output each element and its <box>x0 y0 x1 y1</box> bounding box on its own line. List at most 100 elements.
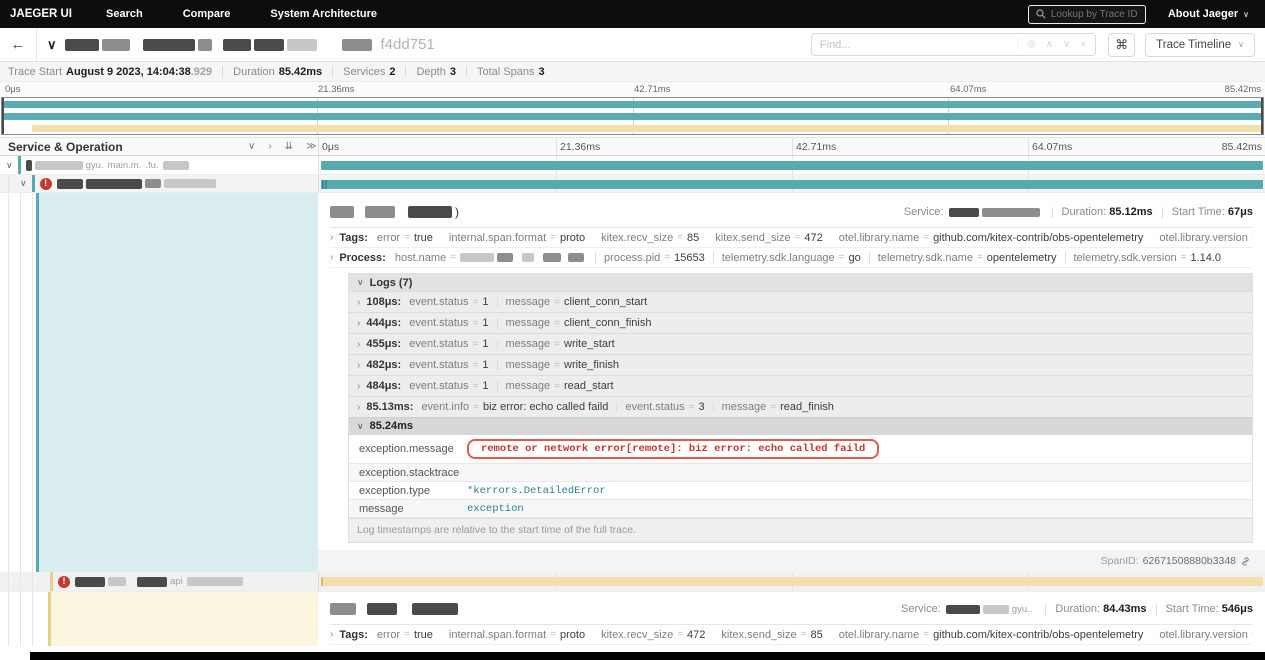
nav-item-compare[interactable]: Compare <box>183 8 231 20</box>
log-entry[interactable]: › 455μs: event.status = 1 message = write_st… <box>349 333 1252 354</box>
span-detail-2: Service: gyu.. Duration: 84.43ms Start T… <box>0 592 1265 646</box>
span-row-label: ∨ ! <box>20 175 219 192</box>
chevron-down-icon: ∨ <box>1243 9 1249 19</box>
meta-total-spans: Total Spans 3 <box>476 65 545 78</box>
redacted-text <box>222 38 251 51</box>
app-brand: JAEGER UI <box>10 8 72 20</box>
span-meta: Service: Duration: 85.12ms Start Time: 6… <box>903 206 1253 218</box>
span-bar[interactable] <box>321 180 1263 189</box>
span-row-error[interactable]: ! api <box>0 572 1265 592</box>
tags-accordion[interactable]: › Tags: error = true internal.span.format =… <box>330 228 1253 248</box>
service-operation-header: Service & Operation <box>8 139 123 154</box>
expand-all-icon[interactable]: ≫ <box>306 141 316 152</box>
process-accordion[interactable]: › Process: host.name = process.pid = 15653 … <box>330 248 1253 268</box>
label-fragment: .fu. <box>145 159 159 171</box>
span-detail-left-gutter <box>0 193 318 572</box>
search-icon <box>1036 9 1046 19</box>
span-detail-panel: Service: gyu.. Duration: 84.43ms Start T… <box>318 592 1265 646</box>
redacted-text <box>34 160 83 170</box>
redacted-text <box>543 253 562 262</box>
chevron-right-icon: › <box>357 359 361 371</box>
redacted-text <box>75 576 105 587</box>
redacted-text <box>497 253 514 262</box>
redacted-text <box>144 179 161 188</box>
span-bar-tick <box>322 180 324 189</box>
deep-link-icon[interactable] <box>1240 556 1251 567</box>
span-title-row: Service: gyu.. Duration: 84.43ms Start T… <box>330 599 1253 619</box>
minimap-drag-handle-left[interactable] <box>2 98 4 134</box>
about-jaeger-menu[interactable]: About Jaeger ∨ <box>1168 8 1249 20</box>
collapse-one-icon[interactable]: ∨ <box>248 141 255 152</box>
redacted-text <box>162 160 189 170</box>
log-kv-table: exception.message remote or network erro… <box>349 434 1252 518</box>
span-row-label: ∨ gyu. main.m. .fu. <box>6 156 192 174</box>
redacted-text <box>85 178 142 189</box>
label-fragment: gyu.. <box>1011 603 1033 615</box>
span-bar[interactable] <box>321 161 1263 170</box>
next-match-icon[interactable]: ∨ <box>1063 39 1070 50</box>
span-row-selected[interactable]: ∨ ! <box>0 175 1265 193</box>
chevron-down-icon: ∨ <box>1238 40 1244 49</box>
log-entry[interactable]: › 482μs: event.status = 1 message = write_fi… <box>349 354 1252 375</box>
kv-row-exception-message: exception.message remote or network erro… <box>349 435 1252 464</box>
nav-item-system-architecture[interactable]: System Architecture <box>270 8 377 20</box>
error-icon: ! <box>58 575 70 588</box>
back-button[interactable]: ← <box>0 27 37 62</box>
log-entry[interactable]: › 484μs: event.status = 1 message = read_sta… <box>349 375 1252 396</box>
redacted-text <box>142 38 195 51</box>
chevron-down-icon[interactable]: ∨ <box>20 178 27 189</box>
label-fragment: api <box>170 576 183 587</box>
redacted-text <box>197 38 212 51</box>
minimap-span-bar <box>4 113 1261 120</box>
redacted-text <box>341 38 372 51</box>
redacted-text <box>365 206 395 218</box>
trace-view-selector[interactable]: Trace Timeline ∨ <box>1145 32 1255 57</box>
minimap-tick: 21.36ms <box>318 84 355 95</box>
redacted-text <box>25 159 32 171</box>
exception-message-value: remote or network error[remote]: biz err… <box>467 439 880 459</box>
log-entry[interactable]: › 444μs: event.status = 1 message = client_c… <box>349 312 1252 333</box>
redacted-text <box>56 178 83 189</box>
minimap-canvas[interactable] <box>1 97 1264 135</box>
log-entry-expanded-header[interactable]: ∨ 85.24ms <box>349 417 1252 434</box>
service-name: gyu. main.m. .fu. <box>17 156 192 174</box>
trace-title: f4dd751 <box>64 36 435 53</box>
span-bar[interactable] <box>321 577 1263 586</box>
error-icon: ! <box>39 177 52 190</box>
minimap-drag-handle-right[interactable] <box>1261 98 1263 134</box>
log-entry[interactable]: › 108μs: event.status = 1 message = client_c… <box>349 291 1252 312</box>
timeline-tick: 64.07ms <box>1032 141 1073 153</box>
timeline-tick: 85.42ms <box>1221 141 1262 153</box>
label-fragment: gyu. <box>85 159 104 171</box>
kv-row-exception-type: exception.type *kerrors.DetailedError <box>349 482 1252 500</box>
selected-span-tint <box>48 592 318 646</box>
clear-find-icon[interactable]: × <box>1080 39 1086 50</box>
timeline-tick: 42.71ms <box>796 141 837 153</box>
expand-one-icon[interactable]: › <box>268 141 271 152</box>
log-entry[interactable]: › 85.13ms: event.info = biz error: echo ca… <box>349 396 1252 417</box>
trace-minimap[interactable]: 0μs 21.36ms 42.71ms 64.07ms 85.42ms <box>0 82 1265 137</box>
chevron-right-icon: › <box>357 338 361 350</box>
trace-id-lookup-input[interactable] <box>1050 8 1138 20</box>
logs-accordion-header[interactable]: ∨ Logs (7) <box>349 274 1252 291</box>
span-detail-panel: ) Service: Duration: 85.12ms Start Time:… <box>318 193 1265 572</box>
redacted-text <box>408 206 452 218</box>
collapse-all-icon[interactable]: ⇊ <box>285 141 293 152</box>
trace-collapse-chevron-icon[interactable]: ∨ <box>47 37 57 53</box>
meta-trace-start: Trace Start August 9 2023, 14:04:38 .929 <box>8 65 213 78</box>
span-row-root[interactable]: ∨ gyu. main.m. .fu. <box>0 156 1265 175</box>
trace-id-suffix: f4dd751 <box>380 36 435 53</box>
tags-accordion[interactable]: › Tags: error = true internal.span.format =… <box>330 625 1253 645</box>
keyboard-shortcuts-button[interactable]: ⌘ <box>1108 32 1136 57</box>
span-id-value: 62671508880b3348 <box>1142 555 1236 567</box>
find-input[interactable] <box>811 38 1017 51</box>
service-name: ! <box>31 175 219 192</box>
match-target-icon[interactable]: ◎ <box>1027 39 1036 50</box>
redacted-text <box>186 577 243 586</box>
top-nav: JAEGER UI Search Compare System Architec… <box>0 0 1265 28</box>
minimap-tick: 64.07ms <box>950 84 987 95</box>
trace-id-lookup[interactable] <box>1027 4 1146 24</box>
nav-item-search[interactable]: Search <box>106 8 143 20</box>
chevron-down-icon[interactable]: ∨ <box>6 160 13 171</box>
prev-match-icon[interactable]: ∧ <box>1046 39 1053 50</box>
